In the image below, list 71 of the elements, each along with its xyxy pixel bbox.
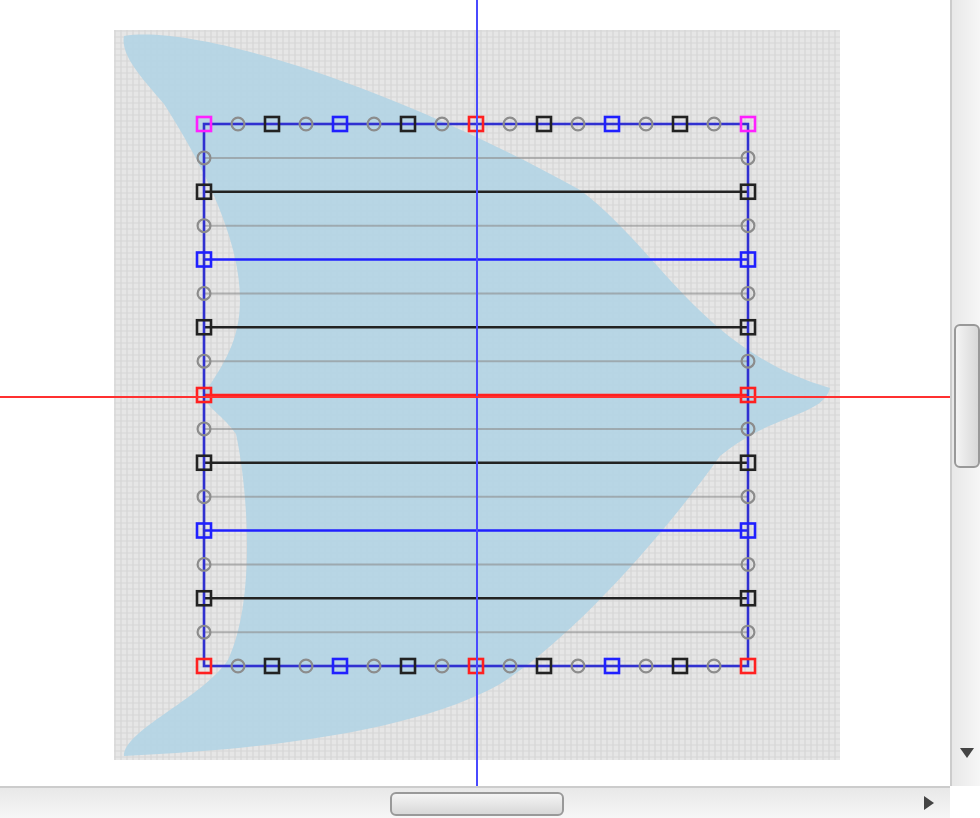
square-handle[interactable]	[739, 589, 757, 607]
circle-handle[interactable]	[740, 624, 756, 640]
circle-handle[interactable]	[298, 658, 314, 674]
square-handle[interactable]	[603, 115, 621, 133]
square-handle[interactable]	[195, 251, 213, 268]
square-handle[interactable]	[671, 657, 689, 675]
square-handle[interactable]	[263, 115, 281, 133]
square-handle[interactable]	[195, 183, 213, 201]
circle-handle[interactable]	[196, 624, 212, 640]
square-handle[interactable]	[331, 657, 349, 675]
circle-handle[interactable]	[502, 658, 518, 674]
square-handle[interactable]	[535, 115, 553, 133]
scrollbar-thumb[interactable]	[954, 324, 980, 468]
circle-handle[interactable]	[706, 658, 722, 674]
square-handle[interactable]	[739, 318, 757, 336]
square-handle[interactable]	[195, 589, 213, 607]
circle-handle[interactable]	[434, 658, 450, 674]
box-outline[interactable]	[202, 122, 750, 668]
circle-handle[interactable]	[638, 658, 654, 674]
square-handle[interactable]	[739, 251, 757, 268]
scrollbar-thumb[interactable]	[390, 791, 564, 815]
circle-handle[interactable]	[740, 353, 756, 369]
drawing-canvas[interactable]	[0, 0, 950, 786]
circle-handle[interactable]	[298, 116, 314, 132]
circle-handle[interactable]	[196, 353, 212, 369]
square-handle[interactable]	[399, 115, 417, 133]
circle-handle[interactable]	[230, 658, 246, 674]
circle-handle[interactable]	[366, 116, 382, 132]
circle-handle[interactable]	[196, 556, 212, 572]
circle-handle[interactable]	[740, 421, 756, 437]
circle-handle[interactable]	[434, 116, 450, 132]
blob-shape[interactable]	[123, 34, 830, 756]
square-handle[interactable]	[399, 657, 417, 675]
square-handle[interactable]	[195, 454, 213, 472]
scroll-right-icon[interactable]	[924, 796, 934, 810]
square-handle[interactable]	[739, 386, 757, 404]
square-handle[interactable]	[467, 115, 485, 133]
circle-handle[interactable]	[740, 285, 756, 301]
square-handle[interactable]	[195, 115, 213, 133]
square-handle[interactable]	[195, 657, 213, 675]
circle-handle[interactable]	[740, 218, 756, 234]
square-handle[interactable]	[535, 657, 553, 675]
square-handle[interactable]	[739, 522, 757, 539]
square-handle[interactable]	[263, 657, 281, 675]
circle-handle[interactable]	[196, 421, 212, 437]
square-handle[interactable]	[467, 657, 485, 675]
square-handle[interactable]	[195, 318, 213, 336]
circle-handle[interactable]	[196, 150, 212, 166]
circle-handle[interactable]	[740, 489, 756, 505]
square-handle[interactable]	[331, 115, 349, 133]
circle-handle[interactable]	[740, 150, 756, 166]
circle-handle[interactable]	[196, 218, 212, 234]
circle-handle[interactable]	[502, 116, 518, 132]
square-handle[interactable]	[739, 454, 757, 472]
circle-handle[interactable]	[196, 285, 212, 301]
circle-handle[interactable]	[740, 556, 756, 572]
square-handle[interactable]	[603, 657, 621, 675]
circle-handle[interactable]	[638, 116, 654, 132]
square-handle[interactable]	[739, 183, 757, 201]
circle-handle[interactable]	[366, 658, 382, 674]
circle-handle[interactable]	[230, 116, 246, 132]
square-handle[interactable]	[739, 115, 757, 133]
circle-handle[interactable]	[570, 116, 586, 132]
square-handle[interactable]	[195, 522, 213, 539]
square-handle[interactable]	[671, 115, 689, 133]
circle-handle[interactable]	[570, 658, 586, 674]
square-handle[interactable]	[739, 657, 757, 675]
circle-handle[interactable]	[196, 489, 212, 505]
circle-handle[interactable]	[706, 116, 722, 132]
scroll-down-icon[interactable]	[960, 748, 974, 758]
square-handle[interactable]	[195, 386, 213, 404]
